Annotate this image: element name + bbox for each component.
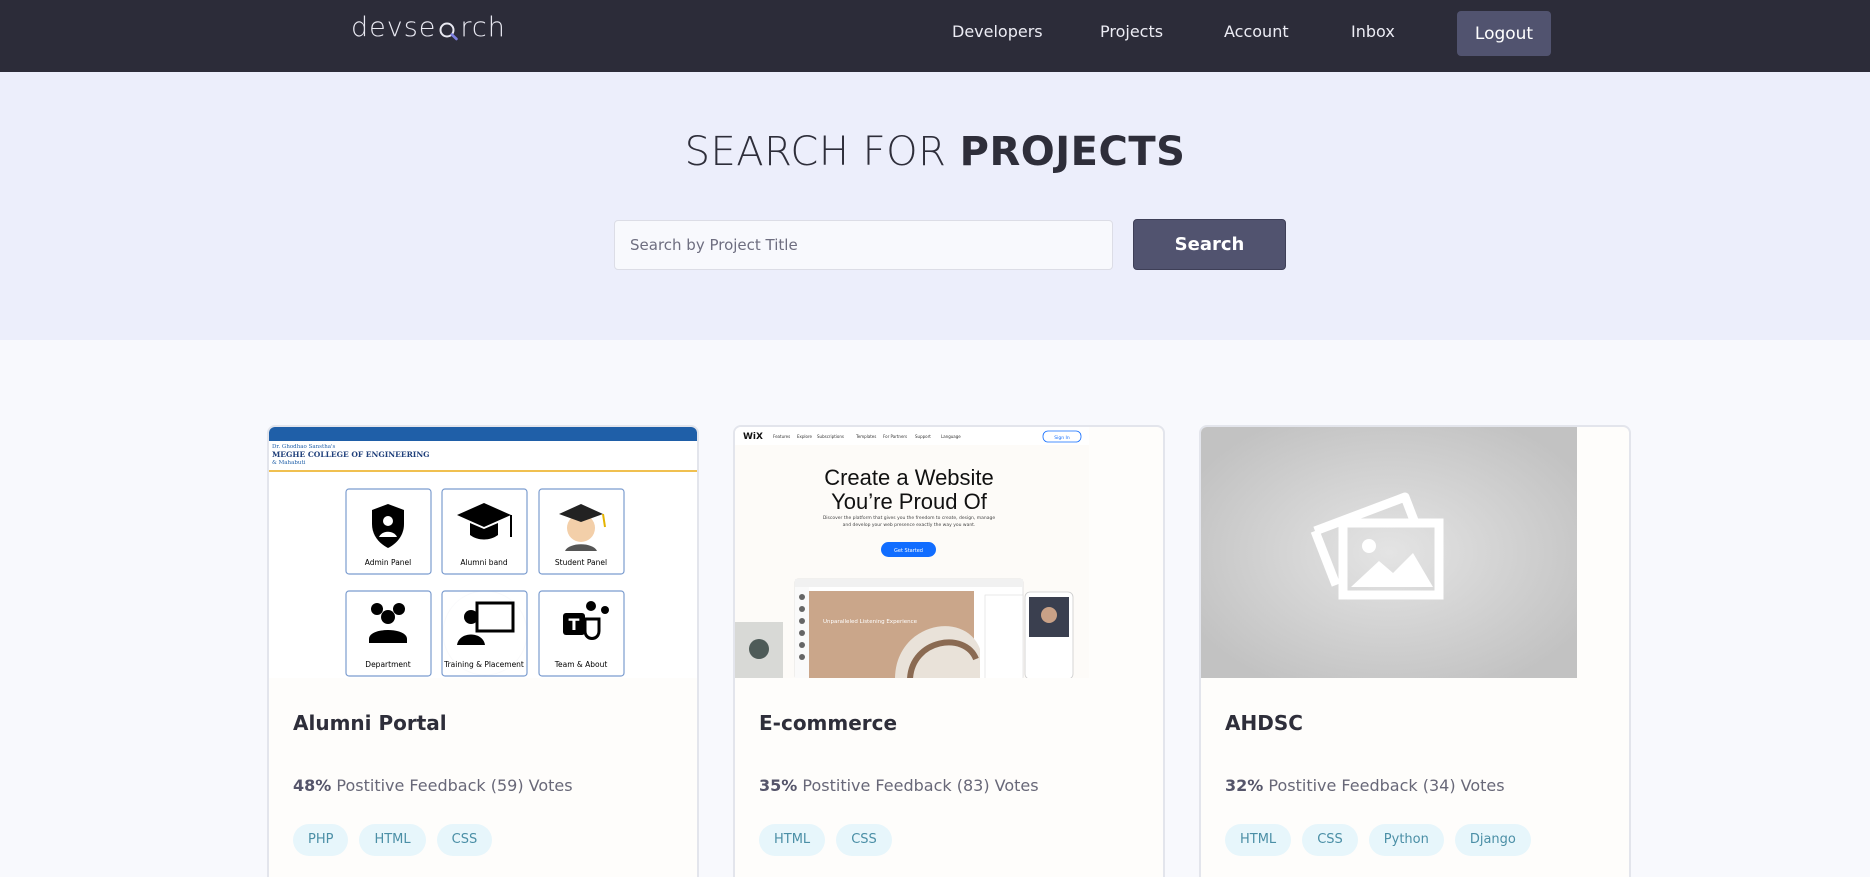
feedback-text: Postitive Feedback (34) Votes [1268, 776, 1505, 795]
project-title[interactable]: Alumni Portal [293, 711, 447, 735]
feedback-text: Postitive Feedback (83) Votes [802, 776, 1039, 795]
logo-text-end: rch [460, 12, 506, 43]
tag[interactable]: CSS [1302, 824, 1358, 856]
title-bold: PROJECTS [959, 129, 1186, 175]
thumb-headline: Create a Website [824, 465, 994, 490]
project-card[interactable]: WiX Features Explore Subscriptions Templ… [733, 425, 1165, 877]
tag[interactable]: HTML [359, 824, 426, 856]
page-title: SEARCH FOR PROJECTS [0, 129, 1870, 175]
tag[interactable]: CSS [436, 824, 493, 856]
svg-text:Student Panel: Student Panel [555, 558, 607, 567]
svg-text:Explore: Explore [797, 434, 813, 439]
svg-text:Get Started: Get Started [894, 548, 923, 554]
tag[interactable]: Django [1454, 824, 1531, 856]
svg-text:Team & About: Team & About [554, 660, 608, 669]
tile-alumni: Alumni band [441, 488, 528, 575]
feedback-percent: 35% [759, 776, 798, 795]
nav-developers[interactable]: Developers [952, 22, 1043, 41]
svg-text:For Partners: For Partners [883, 434, 907, 439]
svg-text:Sign In: Sign In [1054, 435, 1070, 441]
tile-department: Department [345, 590, 432, 677]
tag[interactable]: CSS [836, 824, 892, 856]
tile-student: Student Panel [538, 488, 625, 575]
tag[interactable]: HTML [759, 824, 826, 856]
title-light: SEARCH FOR [684, 129, 947, 175]
svg-text:Subscriptions: Subscriptions [817, 434, 844, 439]
tag-list: HTML CSS Python Django [1225, 824, 1531, 856]
thumb-sub-text: & Mahabuti [272, 460, 306, 466]
project-feedback: 48% Postitive Feedback (59) Votes [293, 776, 573, 795]
feedback-percent: 48% [293, 776, 332, 795]
project-card[interactable]: AHDSC 32% Postitive Feedback (34) Votes … [1199, 425, 1631, 877]
logo[interactable]: devse rch [351, 12, 506, 43]
nav-inbox[interactable]: Inbox [1351, 22, 1395, 41]
project-title[interactable]: E-commerce [759, 711, 897, 735]
svg-text:Features: Features [773, 434, 790, 439]
nav-projects[interactable]: Projects [1100, 22, 1163, 41]
search-input[interactable] [614, 220, 1113, 270]
logout-button[interactable]: Logout [1457, 11, 1551, 56]
search-hero: SEARCH FOR PROJECTS Search [0, 72, 1870, 340]
search-button[interactable]: Search [1133, 219, 1286, 270]
nav-account[interactable]: Account [1224, 22, 1289, 41]
feedback-text: Postitive Feedback (59) Votes [336, 776, 573, 795]
svg-text:Unparalleled Listening Experie: Unparalleled Listening Experience [823, 619, 918, 625]
svg-text:Templates: Templates [855, 434, 876, 439]
tag-list: PHP HTML CSS [293, 824, 493, 856]
tile-team: T Team & About [538, 590, 625, 677]
svg-text:Admin Panel: Admin Panel [365, 558, 412, 567]
project-feedback: 32% Postitive Feedback (34) Votes [1225, 776, 1505, 795]
project-thumbnail [1201, 427, 1577, 678]
thumb-headline: You’re Proud Of [831, 489, 988, 514]
magnifier-icon [437, 17, 459, 40]
thumb-brand: WiX [743, 432, 763, 442]
project-title[interactable]: AHDSC [1225, 711, 1303, 735]
tile-admin: Admin Panel [345, 488, 432, 575]
tile-training: Training & Placement [441, 590, 528, 677]
svg-text:T: T [569, 615, 580, 634]
tag-list: HTML CSS [759, 824, 892, 856]
svg-text:Language: Language [941, 434, 961, 439]
thumb-college-name: MEGHE COLLEGE OF ENGINEERING [272, 450, 430, 459]
svg-text:Alumni band: Alumni band [460, 558, 508, 567]
tag[interactable]: HTML [1225, 824, 1292, 856]
logo-text-start: devse [351, 12, 437, 43]
svg-text:Support: Support [915, 434, 931, 439]
svg-text:Training & Placement: Training & Placement [443, 660, 524, 669]
project-thumbnail: Dr. Ghodhao Sanstha's MEGHE COLLEGE OF E… [269, 427, 697, 678]
top-nav: devse rch Developers Projects Account Inb… [0, 0, 1870, 72]
project-card[interactable]: Dr. Ghodhao Sanstha's MEGHE COLLEGE OF E… [267, 425, 699, 877]
project-feedback: 35% Postitive Feedback (83) Votes [759, 776, 1039, 795]
feedback-percent: 32% [1225, 776, 1264, 795]
project-thumbnail: WiX Features Explore Subscriptions Templ… [735, 427, 1089, 678]
svg-text:Department: Department [365, 660, 410, 669]
tag[interactable]: Python [1368, 824, 1444, 856]
tag[interactable]: PHP [293, 824, 349, 856]
